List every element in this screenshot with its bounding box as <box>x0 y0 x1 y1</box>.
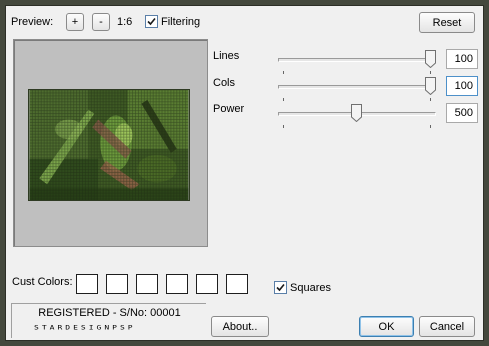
zoom-level: 1:6 <box>117 16 133 28</box>
lines-tick-min <box>283 71 284 74</box>
cust-color-swatch-5[interactable] <box>196 274 218 294</box>
lines-label: Lines <box>213 50 240 62</box>
zoom-out-button[interactable]: - <box>92 13 110 31</box>
power-label: Power <box>213 103 245 115</box>
cols-slider-track[interactable] <box>278 85 436 89</box>
filtering-checkbox[interactable] <box>145 15 158 28</box>
checkmark-icon <box>276 283 285 292</box>
squares-label: Squares <box>290 282 331 294</box>
preview-label: Preview: <box>11 16 54 28</box>
squares-checkbox[interactable] <box>274 281 287 294</box>
cust-color-swatch-3[interactable] <box>136 274 158 294</box>
power-tick-max <box>430 125 431 128</box>
registration-box: REGISTERED - S/No: 00001 STARDESIGNPSP <box>11 303 206 338</box>
cust-color-swatch-4[interactable] <box>166 274 188 294</box>
cust-colors-label: Cust Colors: <box>12 276 73 288</box>
reset-button[interactable]: Reset <box>419 12 475 33</box>
cols-slider-thumb[interactable] <box>425 77 436 95</box>
lines-slider-track[interactable] <box>278 58 436 62</box>
about-button[interactable]: About.. <box>211 316 269 337</box>
cols-tick-max <box>430 98 431 101</box>
cust-color-swatch-1[interactable] <box>76 274 98 294</box>
cust-color-swatch-2[interactable] <box>106 274 128 294</box>
power-value-field[interactable]: 500 <box>446 103 478 123</box>
checkmark-icon <box>147 17 156 26</box>
lines-value-field[interactable]: 100 <box>446 49 478 69</box>
cust-color-swatch-6[interactable] <box>226 274 248 294</box>
filtering-label: Filtering <box>161 16 201 28</box>
preview-panel <box>13 39 208 247</box>
ok-button[interactable]: OK <box>359 316 414 337</box>
lines-tick-max <box>430 71 431 74</box>
cols-label: Cols <box>213 77 236 89</box>
cancel-button[interactable]: Cancel <box>419 316 475 337</box>
registration-brand: STARDESIGNPSP <box>34 323 136 332</box>
zoom-in-button[interactable]: + <box>66 13 84 31</box>
registration-serial: REGISTERED - S/No: 00001 <box>38 307 181 319</box>
power-slider-thumb[interactable] <box>351 104 362 122</box>
filter-dialog: Preview: + - 1:6 Filtering Reset Lines 1… <box>5 5 484 341</box>
lines-slider-thumb[interactable] <box>425 50 436 68</box>
power-tick-min <box>283 125 284 128</box>
preview-image <box>28 89 190 201</box>
cols-value-field[interactable]: 100 <box>446 76 478 96</box>
cols-tick-min <box>283 98 284 101</box>
